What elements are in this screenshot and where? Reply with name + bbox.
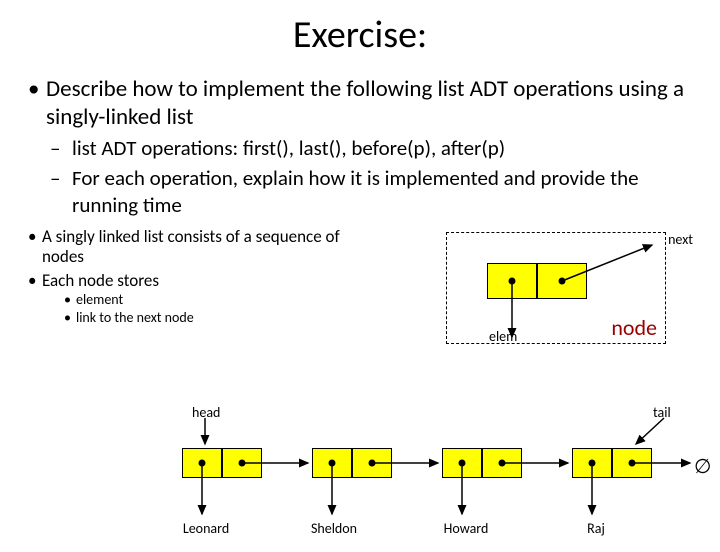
node-diagram: next elem node bbox=[446, 232, 666, 344]
label-tail: tail bbox=[653, 404, 671, 421]
node-ptr-rect bbox=[537, 263, 587, 299]
list-node-2 bbox=[442, 448, 522, 478]
slide-title: Exercise: bbox=[0, 12, 720, 58]
bullet-sub1: list ADT operations: first(), last(), be… bbox=[50, 135, 692, 161]
name-1: Sheldon bbox=[304, 520, 364, 537]
list-node-1 bbox=[312, 448, 392, 478]
bullet-sub2: For each operation, explain how it is im… bbox=[50, 165, 692, 218]
label-elem: elem bbox=[489, 328, 517, 345]
label-next: next bbox=[668, 231, 693, 248]
note1: A singly linked list consists of a seque… bbox=[28, 227, 373, 268]
note2a: element bbox=[64, 292, 373, 309]
label-node: node bbox=[611, 314, 657, 341]
null-symbol: ∅ bbox=[694, 454, 711, 479]
label-head: head bbox=[192, 404, 220, 421]
bullet-list: Describe how to implement the following … bbox=[28, 76, 692, 218]
name-0: Leonard bbox=[176, 520, 236, 537]
linked-list-diagram: head tail ∅ Leonard Sheldon Howar bbox=[0, 404, 720, 552]
note2: Each node stores bbox=[28, 271, 373, 291]
list-node-3 bbox=[572, 448, 652, 478]
dot bbox=[508, 277, 515, 284]
bullet-main: Describe how to implement the following … bbox=[28, 76, 692, 131]
notes-left: A singly linked list consists of a seque… bbox=[24, 224, 373, 327]
node-elem-rect bbox=[487, 263, 537, 299]
dot bbox=[558, 277, 565, 284]
list-node-0 bbox=[182, 448, 262, 478]
name-2: Howard bbox=[436, 520, 496, 537]
name-3: Raj bbox=[576, 520, 616, 537]
note2b: link to the next node bbox=[64, 310, 373, 327]
